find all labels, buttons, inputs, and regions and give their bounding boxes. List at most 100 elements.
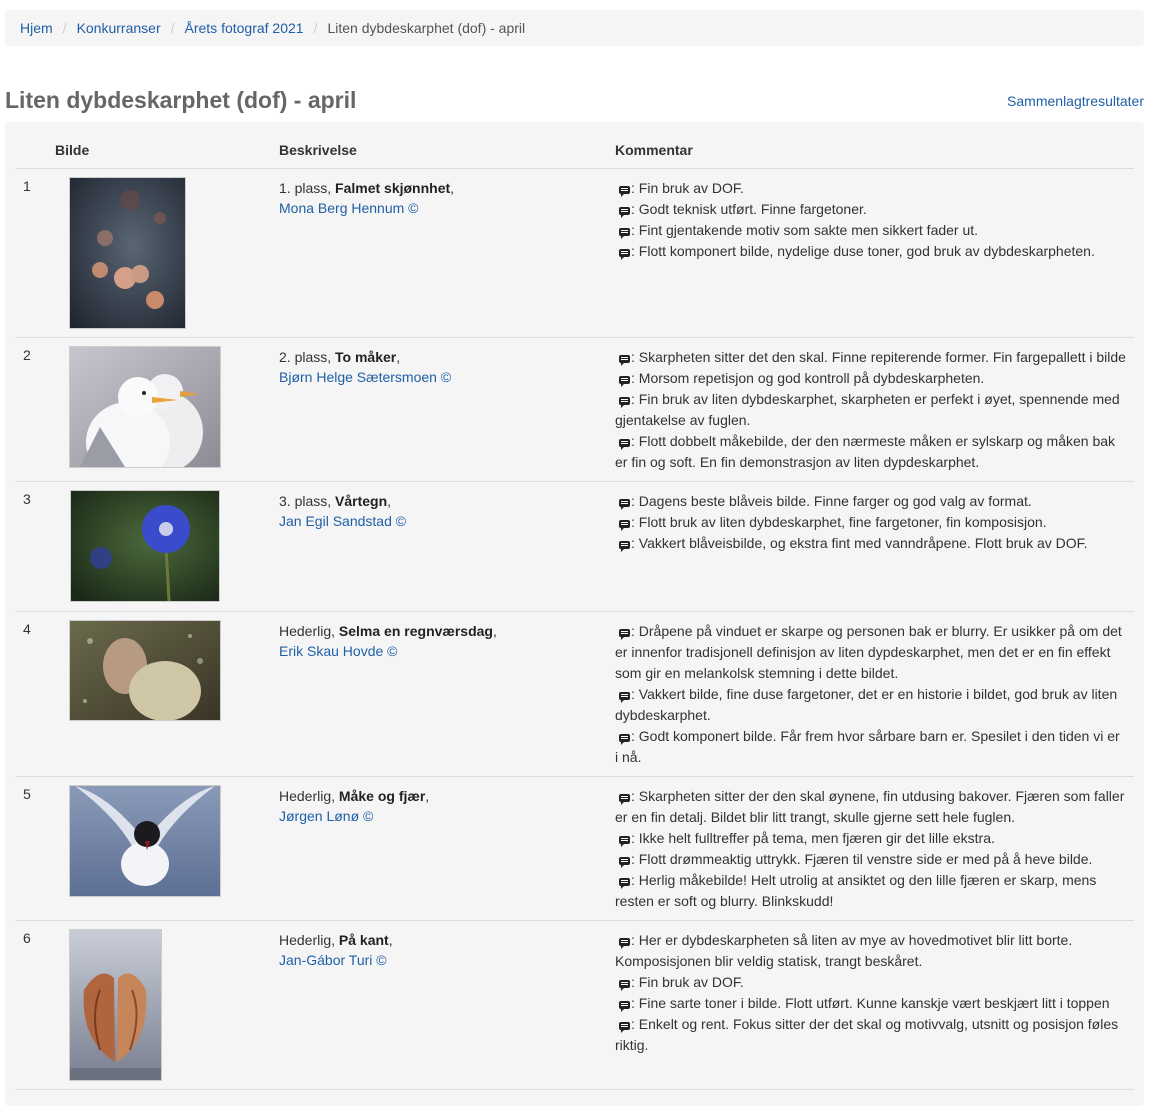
author-link[interactable]: Bjørn Helge Sætersmoen © (279, 369, 451, 385)
combined-results-link[interactable]: Sammenlagtresultater (1007, 93, 1144, 109)
photo-title: Måke og fjær (338, 788, 426, 804)
placement-label: 3. plass, (279, 493, 332, 509)
comment: : Dråpene på vinduet er skarpe og person… (615, 623, 1122, 681)
results-table: Bilde Beskrivelse Kommentar 1 1. plass, … (15, 132, 1134, 1090)
comment: : Fin bruk av liten dybdeskarphet, skarp… (615, 391, 1120, 428)
breadcrumb: Hjem / Konkurranser / Årets fotograf 202… (5, 10, 1144, 46)
image-cell (55, 481, 279, 612)
comment-cell: : Fin bruk av DOF. : Godt teknisk utført… (615, 168, 1134, 338)
breadcrumb-competitions-link[interactable]: Konkurranser (77, 20, 161, 36)
breadcrumb-current: Liten dybdeskarphet (dof) - april (327, 20, 526, 36)
breadcrumb-photographer-of-year-link[interactable]: Årets fotograf 2021 (185, 20, 304, 36)
comment: : Flott drømmeaktig uttrykk. Fjæren til … (615, 849, 1126, 870)
author-link[interactable]: Jørgen Lønø © (279, 808, 373, 824)
comment: : Fint gjentakende motiv som sakte men s… (615, 220, 1126, 241)
comment-cell: : Skarpheten sitter det den skal. Finne … (615, 337, 1134, 482)
table-row: 4 Hederlig, Selma en regnværsdag, Erik S… (15, 611, 1134, 777)
photo-thumbnail[interactable] (69, 346, 221, 468)
author-link[interactable]: Mona Berg Hennum © (279, 200, 419, 216)
comment: : Skarpheten sitter det den skal. Finne … (615, 347, 1126, 368)
table-header-row: Bilde Beskrivelse Kommentar (15, 132, 1134, 169)
comment-icon (619, 499, 630, 510)
table-row: 6 Hederlig, På kant, Jan-Gábor Turi ©: … (15, 920, 1134, 1090)
table-row: 3 3. plass, Vårtegn, Jan Egil Sandstad © (15, 481, 1134, 612)
header-description: Beskrivelse (279, 132, 615, 169)
comment: : Vakkert blåveisbilde, og ekstra fint m… (615, 533, 1126, 554)
comment: : Godt komponert bilde. Får frem hvor så… (615, 728, 1120, 765)
photo-thumbnail[interactable] (69, 929, 162, 1081)
description-cell: Hederlig, Måke og fjær, Jørgen Lønø © (279, 776, 615, 921)
photo-thumbnail[interactable] (69, 785, 221, 897)
breadcrumb-home-link[interactable]: Hjem (20, 20, 53, 36)
row-number: 4 (15, 611, 55, 777)
comment-icon (619, 355, 630, 366)
photo-title: To måker (335, 349, 397, 365)
table-row: 5 Hederlig, Måke og fjær, Jørgen Lønø © … (15, 776, 1134, 921)
comment: : Enkelt og rent. Fokus sitter der det s… (615, 1016, 1119, 1053)
photo-title: Vårtegn (335, 493, 388, 509)
author-link[interactable]: Erik Skau Hovde © (279, 643, 397, 659)
comment-icon (619, 794, 630, 805)
table-row: 1 1. plass, Falmet skjønnhet, Mona Berg … (15, 168, 1134, 338)
comment-icon (619, 980, 630, 991)
header-comment: Kommentar (615, 132, 1134, 169)
comment: : Fine sarte toner i bilde. Flott utført… (615, 993, 1126, 1014)
photo-title: Falmet skjønnhet (335, 180, 451, 196)
comment-icon (619, 186, 630, 197)
comment: : Flott bruk av liten dybdeskarphet, fin… (615, 512, 1126, 533)
page-title: Liten dybdeskarphet (dof) - april (5, 87, 357, 113)
comment-icon (619, 836, 630, 847)
comment-icon (619, 1001, 630, 1012)
photo-thumbnail[interactable] (69, 177, 186, 329)
comment-icon (619, 439, 630, 450)
header-number (15, 132, 55, 169)
comment-icon (619, 249, 630, 260)
image-cell (55, 920, 279, 1090)
row-number: 1 (15, 168, 55, 338)
comment-icon (619, 1022, 630, 1033)
comment: : Morsom repetisjon og god kontroll på d… (615, 368, 1126, 389)
comment-cell: : Skarpheten sitter der den skal øynene,… (615, 776, 1134, 921)
description-cell: 2. plass, To måker, Bjørn Helge Sætersmo… (279, 337, 615, 482)
comment-icon (619, 397, 630, 408)
comment: : Fin bruk av DOF. (615, 178, 1126, 199)
comment-icon (619, 207, 630, 218)
comment: : Vakkert bilde, fine duse fargetoner, d… (615, 686, 1118, 723)
comment-cell: : Dagens beste blåveis bilde. Finne farg… (615, 481, 1134, 612)
comment-icon (619, 541, 630, 552)
description-cell: Hederlig, Selma en regnværsdag, Erik Ska… (279, 611, 615, 777)
header-image: Bilde (55, 132, 279, 169)
comment: : Flott komponert bilde, nydelige duse t… (615, 241, 1126, 262)
photo-thumbnail[interactable] (69, 620, 221, 721)
comment-icon (619, 376, 630, 387)
comment: : Godt teknisk utført. Finne fargetoner. (615, 199, 1126, 220)
photo-thumbnail[interactable] (70, 490, 220, 602)
row-number: 2 (15, 337, 55, 482)
image-cell (55, 168, 279, 338)
breadcrumb-separator: / (62, 20, 67, 36)
comment-icon (619, 520, 630, 531)
placement-label: 1. plass, (279, 180, 332, 196)
row-number: 3 (15, 481, 55, 612)
comment-icon (619, 857, 630, 868)
description-cell: 3. plass, Vårtegn, Jan Egil Sandstad © (279, 481, 615, 612)
author-link[interactable]: Jan Egil Sandstad © (279, 513, 406, 529)
comment: : Her er dybdeskarpheten så liten av mye… (615, 932, 1073, 969)
comment-cell: : Her er dybdeskarpheten så liten av mye… (615, 920, 1134, 1090)
comment: : Herlig måkebilde! Helt utrolig at ansi… (615, 872, 1097, 909)
comment-cell: : Dråpene på vinduet er skarpe og person… (615, 611, 1134, 777)
author-link[interactable]: Jan-Gábor Turi © (279, 952, 387, 968)
comment: : Fin bruk av DOF. (615, 972, 1126, 993)
image-cell (55, 611, 279, 777)
placement-label: Hederlig, (279, 932, 336, 948)
comment: : Dagens beste blåveis bilde. Finne farg… (615, 491, 1126, 512)
comment: : Skarpheten sitter der den skal øynene,… (615, 788, 1125, 825)
comment: : Ikke helt fulltreffer på tema, men fjæ… (615, 828, 1126, 849)
photo-title: På kant (338, 932, 389, 948)
placement-label: 2. plass, (279, 349, 332, 365)
description-cell: 1. plass, Falmet skjønnhet, Mona Berg He… (279, 168, 615, 338)
comment-icon (619, 734, 630, 745)
table-row: 2 2. plass, To måker, Bjørn Helge Sæters… (15, 337, 1134, 482)
placement-label: Hederlig, (279, 623, 336, 639)
row-number: 5 (15, 776, 55, 921)
